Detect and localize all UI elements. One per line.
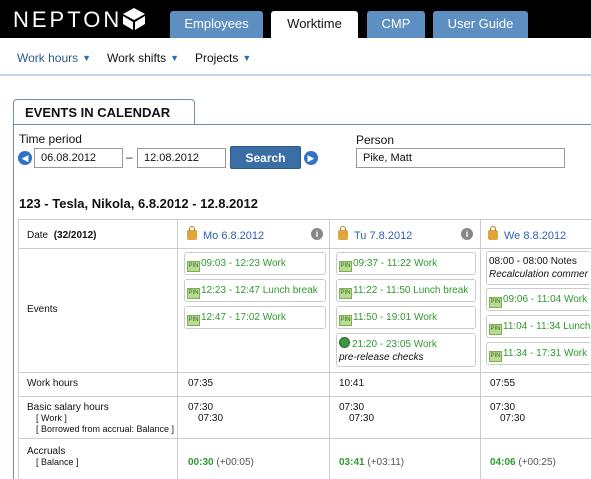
- accruals-balance-sublabel: [ Balance ]: [36, 457, 79, 467]
- time-period-label: Time period: [19, 132, 82, 146]
- basic-work-value: 07:30: [500, 413, 526, 424]
- work-hours-value: 10:41: [339, 378, 365, 389]
- event-note: pre-release checks: [339, 352, 424, 363]
- date-row-label: Date (32/2012): [27, 230, 97, 241]
- tab-cmp[interactable]: CMP: [367, 11, 425, 38]
- work-hours-row-label: Work hours: [27, 378, 78, 389]
- person-input[interactable]: Pike, Matt: [356, 148, 565, 168]
- chevron-down-icon: ▼: [242, 53, 252, 63]
- accrual-delta: (+03:11): [367, 457, 405, 468]
- search-button[interactable]: Search: [230, 146, 301, 169]
- pin-badge-icon: PIN: [339, 315, 352, 326]
- event-note: Recalculation commer: [489, 269, 588, 280]
- info-icon[interactable]: i: [311, 228, 323, 240]
- pin-badge-icon: PIN: [489, 324, 502, 335]
- event-item[interactable]: 21:20 - 23:05 Work pre-release checks: [336, 333, 476, 367]
- basic-salary-row-label: Basic salary hours [ Work ] [ Borrowed f…: [27, 402, 175, 434]
- grid-divider: [18, 396, 591, 397]
- person-label: Person: [356, 133, 395, 147]
- tab-employees[interactable]: Employees: [170, 11, 263, 38]
- event-item[interactable]: PIN 12:47 - 17:02 Work: [184, 306, 326, 329]
- accrual-value: 03:41 (+03:11): [339, 457, 405, 468]
- sub-navigation: Work hours ▼ Work shifts ▼ Projects ▼: [0, 38, 591, 76]
- subnav-work-shifts[interactable]: Work shifts ▼: [107, 51, 179, 65]
- event-item[interactable]: PIN 12:23 - 12:47 Lunch break: [184, 279, 326, 302]
- top-bar: NEPTON Employees Worktime CMP User Guide: [0, 0, 591, 38]
- basic-salary-value: 07:30: [339, 402, 365, 413]
- accrual-value: 04:06 (+00:25): [490, 457, 556, 468]
- accrual-delta: (+00:05): [216, 457, 254, 468]
- basic-work-sublabel: [ Work ]: [36, 413, 67, 423]
- accrual-delta: (+00:25): [518, 457, 556, 468]
- pin-badge-icon: PIN: [187, 261, 200, 272]
- pin-badge-icon: PIN: [187, 315, 200, 326]
- date-to-input[interactable]: 12.08.2012: [137, 148, 226, 168]
- panel-divider: [13, 124, 591, 125]
- pin-badge-icon: PIN: [489, 297, 502, 308]
- pin-badge-icon: PIN: [187, 288, 200, 299]
- subnav-projects[interactable]: Projects ▼: [195, 51, 251, 65]
- event-item[interactable]: PIN 11:34 - 17:31 Work: [486, 342, 591, 365]
- basic-work-value: 07:30: [198, 413, 224, 424]
- week-number: (32/2012): [53, 230, 97, 241]
- date-from-input[interactable]: 06.08.2012: [34, 148, 123, 168]
- panel-border: [13, 124, 14, 479]
- tab-user-guide[interactable]: User Guide: [433, 11, 528, 38]
- basic-salary-value: 07:30: [490, 402, 516, 413]
- prev-arrow-icon[interactable]: ◀: [18, 151, 32, 165]
- chevron-down-icon: ▼: [82, 53, 92, 63]
- app-logo[interactable]: NEPTON: [13, 7, 122, 33]
- pin-badge-icon: PIN: [339, 261, 352, 272]
- next-arrow-icon[interactable]: ▶: [304, 151, 318, 165]
- grid-divider: [18, 248, 591, 249]
- event-item[interactable]: PIN 09:03 - 12:23 Work: [184, 252, 326, 275]
- work-hours-value: 07:55: [490, 378, 516, 389]
- accruals-row-label: Accruals [ Balance ]: [27, 446, 79, 467]
- basic-work-value: 07:30: [349, 413, 375, 424]
- day-header-wed[interactable]: We 8.8.2012: [488, 226, 566, 242]
- grid-divider: [177, 219, 178, 479]
- lock-icon: [187, 226, 197, 240]
- day-header-tue[interactable]: Tu 7.8.2012: [338, 226, 412, 242]
- report-subtitle: 123 - Tesla, Nikola, 6.8.2012 - 12.8.201…: [19, 196, 258, 211]
- grid-divider: [480, 219, 481, 479]
- events-row-label: Events: [27, 304, 58, 315]
- subnav-work-hours[interactable]: Work hours ▼: [17, 51, 91, 65]
- date-range-dash: –: [126, 150, 133, 164]
- event-item[interactable]: PIN 09:37 - 11:22 Work: [336, 252, 476, 275]
- tab-worktime[interactable]: Worktime: [271, 11, 358, 38]
- day-header-mon[interactable]: Mo 6.8.2012: [187, 226, 264, 242]
- event-item[interactable]: PIN 11:50 - 19:01 Work: [336, 306, 476, 329]
- work-hours-value: 07:35: [188, 378, 214, 389]
- pin-badge-icon: PIN: [489, 351, 502, 362]
- event-item[interactable]: PIN 11:22 - 11:50 Lunch break: [336, 279, 476, 302]
- event-item[interactable]: PIN 09:06 - 11:04 Work: [486, 288, 591, 311]
- accrual-value: 00:30 (+00:05): [188, 457, 254, 468]
- chevron-down-icon: ▼: [170, 53, 180, 63]
- basic-borrowed-sublabel: [ Borrowed from accrual: Balance ]: [36, 424, 175, 434]
- info-icon[interactable]: i: [461, 228, 473, 240]
- grid-divider: [329, 219, 330, 479]
- event-item[interactable]: 08:00 - 08:00 Notes Recalculation commer: [486, 251, 591, 285]
- cube-logo-icon: [123, 8, 145, 30]
- grid-divider: [18, 438, 591, 439]
- lock-icon: [488, 226, 498, 240]
- lock-icon: [338, 226, 348, 240]
- grid-divider: [18, 372, 591, 373]
- pin-badge-icon: PIN: [339, 288, 352, 299]
- globe-icon: [339, 337, 350, 348]
- basic-salary-value: 07:30: [188, 402, 214, 413]
- event-item[interactable]: PIN 11:04 - 11:34 Lunch: [486, 315, 591, 338]
- panel-title: EVENTS IN CALENDAR: [13, 99, 195, 125]
